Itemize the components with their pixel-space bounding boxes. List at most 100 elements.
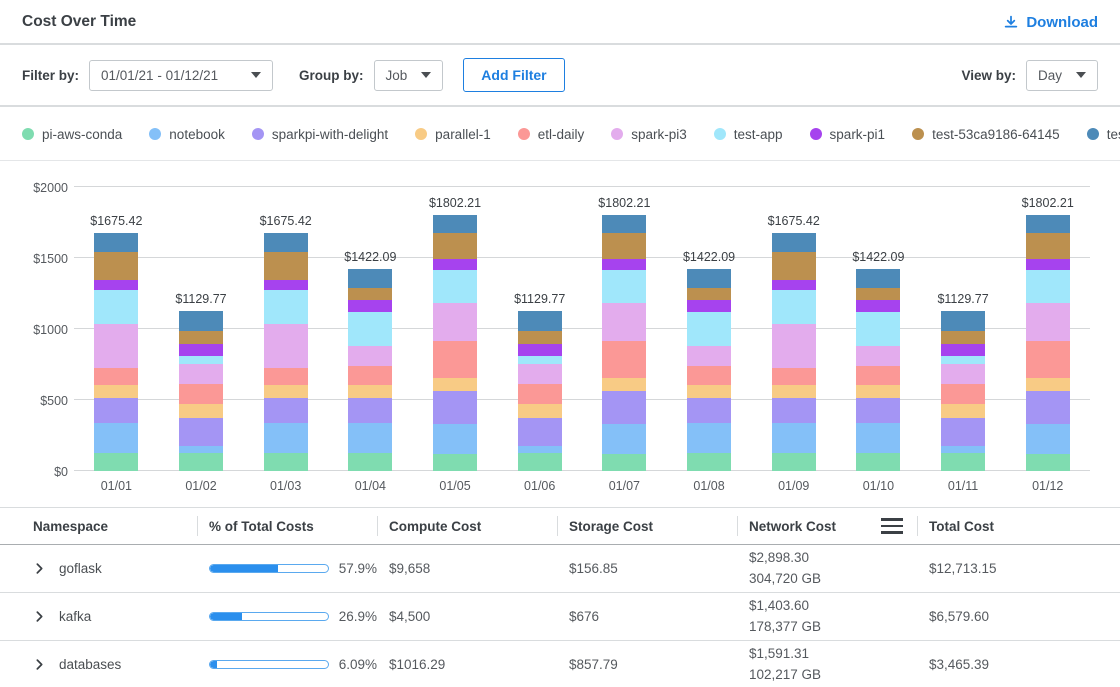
bar-segment-notebook[interactable]: [433, 424, 477, 453]
stacked-bar[interactable]: [856, 269, 900, 471]
bar-segment-pi-aws-conda[interactable]: [518, 453, 562, 472]
bar-segment-spark-pi1[interactable]: [179, 344, 223, 356]
bar-segment-test-app[interactable]: [772, 290, 816, 324]
bar-segment-spark-pi3[interactable]: [179, 364, 223, 384]
bar-segment-parallel-1[interactable]: [94, 385, 138, 398]
bar-segment-spark-pi1[interactable]: [1026, 259, 1070, 270]
table-row-kafka[interactable]: kafka26.9%$4,500$676$1,403.60178,377 GB$…: [0, 593, 1120, 641]
bar-segment-test-app[interactable]: [1026, 270, 1070, 303]
bar-segment-test-app[interactable]: [856, 312, 900, 345]
bar-segment-spark-pi1[interactable]: [772, 280, 816, 291]
bar-segment-spark-pi1[interactable]: [518, 344, 562, 356]
bar-segment-spark-pi3[interactable]: [1026, 303, 1070, 341]
bar-segment-notebook[interactable]: [94, 423, 138, 453]
bar-segment-pi-aws-conda[interactable]: [433, 454, 477, 472]
bar-segment-sparkpi-with-delight[interactable]: [602, 391, 646, 425]
bar-segment-spark-pi1[interactable]: [433, 259, 477, 270]
stacked-bar[interactable]: [1026, 215, 1070, 471]
bar-segment-parallel-1[interactable]: [348, 385, 392, 398]
bar-segment-test-53ca9186-64145[interactable]: [602, 233, 646, 260]
bar-segment-parallel-1[interactable]: [602, 378, 646, 391]
stacked-bar[interactable]: [941, 311, 985, 471]
bar-segment-test-pkix[interactable]: [602, 215, 646, 233]
bar-segment-test-53ca9186-64145[interactable]: [518, 331, 562, 344]
bar-segment-pi-aws-conda[interactable]: [179, 453, 223, 472]
bar-segment-test-pkix[interactable]: [772, 233, 816, 252]
table-row-goflask[interactable]: goflask57.9%$9,658$156.85$2,898.30304,72…: [0, 545, 1120, 593]
bar-segment-notebook[interactable]: [772, 423, 816, 453]
bar-segment-test-53ca9186-64145[interactable]: [856, 288, 900, 301]
bar-segment-test-app[interactable]: [348, 312, 392, 345]
legend-item-test-pkix[interactable]: test-pkix: [1087, 127, 1120, 142]
bar-segment-etl-daily[interactable]: [856, 366, 900, 385]
bar-segment-sparkpi-with-delight[interactable]: [856, 398, 900, 423]
legend-item-parallel-1[interactable]: parallel-1: [415, 127, 491, 142]
bar-segment-test-53ca9186-64145[interactable]: [348, 288, 392, 301]
legend-item-test-app[interactable]: test-app: [714, 127, 783, 142]
stacked-bar[interactable]: [687, 269, 731, 471]
bar-segment-notebook[interactable]: [687, 423, 731, 453]
bar-segment-parallel-1[interactable]: [433, 378, 477, 391]
bar-segment-parallel-1[interactable]: [941, 404, 985, 419]
bar-segment-etl-daily[interactable]: [687, 366, 731, 385]
bar-segment-test-53ca9186-64145[interactable]: [687, 288, 731, 301]
bar-segment-sparkpi-with-delight[interactable]: [941, 418, 985, 446]
date-range-select[interactable]: 01/01/21 - 01/12/21: [89, 60, 273, 91]
bar-segment-spark-pi1[interactable]: [264, 280, 308, 291]
bar-segment-pi-aws-conda[interactable]: [348, 453, 392, 471]
bar-segment-test-app[interactable]: [602, 270, 646, 303]
menu-icon[interactable]: [881, 518, 903, 534]
bar-segment-test-53ca9186-64145[interactable]: [1026, 233, 1070, 260]
group-by-select[interactable]: Job: [374, 60, 444, 91]
bar-segment-parallel-1[interactable]: [179, 404, 223, 419]
bar-segment-test-app[interactable]: [264, 290, 308, 324]
bar-segment-sparkpi-with-delight[interactable]: [1026, 391, 1070, 425]
bar-segment-sparkpi-with-delight[interactable]: [518, 418, 562, 446]
legend-item-etl-daily[interactable]: etl-daily: [518, 127, 585, 142]
bar-segment-test-app[interactable]: [433, 270, 477, 303]
bar-segment-test-pkix[interactable]: [179, 311, 223, 331]
bar-segment-pi-aws-conda[interactable]: [772, 453, 816, 471]
bar-segment-etl-daily[interactable]: [179, 384, 223, 404]
legend-item-sparkpi-with-delight[interactable]: sparkpi-with-delight: [252, 127, 388, 142]
bar-segment-spark-pi1[interactable]: [941, 344, 985, 356]
bar-segment-spark-pi3[interactable]: [264, 324, 308, 368]
bar-segment-pi-aws-conda[interactable]: [1026, 454, 1070, 472]
bar-segment-spark-pi1[interactable]: [94, 280, 138, 291]
bar-segment-parallel-1[interactable]: [264, 385, 308, 398]
stacked-bar[interactable]: [433, 215, 477, 471]
expand-chevron-icon[interactable]: [33, 562, 46, 575]
bar-segment-spark-pi1[interactable]: [602, 259, 646, 270]
bar-segment-sparkpi-with-delight[interactable]: [772, 398, 816, 423]
view-by-select[interactable]: Day: [1026, 60, 1098, 91]
bar-segment-sparkpi-with-delight[interactable]: [348, 398, 392, 423]
bar-segment-sparkpi-with-delight[interactable]: [264, 398, 308, 423]
bar-segment-test-53ca9186-64145[interactable]: [94, 252, 138, 280]
bar-segment-test-53ca9186-64145[interactable]: [264, 252, 308, 280]
bar-segment-notebook[interactable]: [264, 423, 308, 453]
bar-segment-pi-aws-conda[interactable]: [264, 453, 308, 471]
bar-segment-spark-pi3[interactable]: [856, 346, 900, 366]
stacked-bar[interactable]: [518, 311, 562, 471]
bar-segment-notebook[interactable]: [602, 424, 646, 453]
bar-segment-etl-daily[interactable]: [941, 384, 985, 404]
bar-segment-etl-daily[interactable]: [518, 384, 562, 404]
bar-segment-test-pkix[interactable]: [1026, 215, 1070, 233]
bar-segment-test-53ca9186-64145[interactable]: [179, 331, 223, 344]
bar-segment-pi-aws-conda[interactable]: [941, 453, 985, 472]
bar-segment-spark-pi3[interactable]: [772, 324, 816, 368]
bar-segment-spark-pi3[interactable]: [94, 324, 138, 368]
bar-segment-sparkpi-with-delight[interactable]: [94, 398, 138, 423]
bar-segment-spark-pi3[interactable]: [602, 303, 646, 341]
bar-segment-spark-pi3[interactable]: [518, 364, 562, 384]
bar-segment-test-53ca9186-64145[interactable]: [772, 252, 816, 280]
stacked-bar[interactable]: [348, 269, 392, 471]
bar-segment-test-pkix[interactable]: [856, 269, 900, 288]
bar-segment-sparkpi-with-delight[interactable]: [433, 391, 477, 425]
bar-segment-test-app[interactable]: [518, 356, 562, 364]
bar-segment-parallel-1[interactable]: [518, 404, 562, 419]
bar-segment-etl-daily[interactable]: [348, 366, 392, 385]
bar-segment-test-app[interactable]: [687, 312, 731, 345]
stacked-bar[interactable]: [94, 233, 138, 471]
expand-chevron-icon[interactable]: [33, 658, 46, 671]
